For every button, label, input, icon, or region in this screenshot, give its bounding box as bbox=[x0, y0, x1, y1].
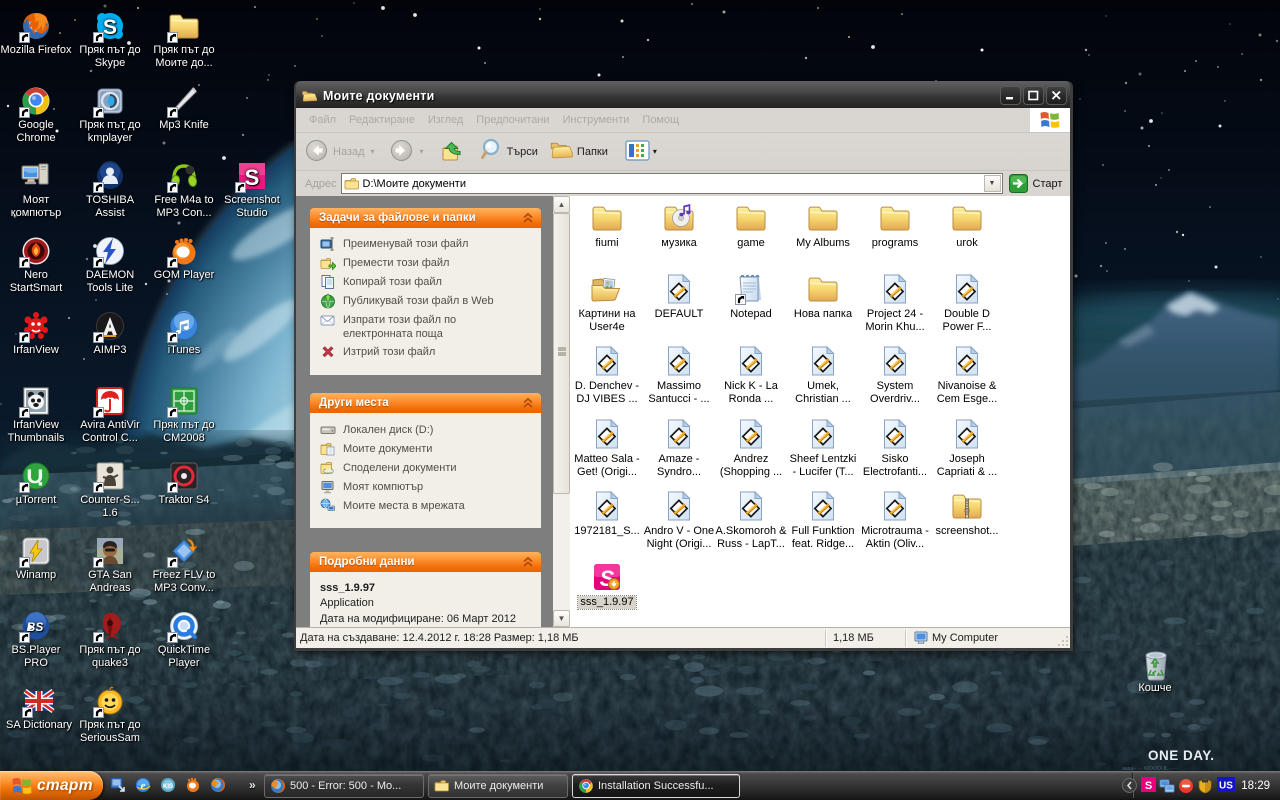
svg-text:S: S bbox=[103, 16, 117, 39]
svg-text:e: e bbox=[141, 780, 146, 792]
svg-text:S: S bbox=[1145, 780, 1152, 792]
svg-text:ONE DAY.: ONE DAY. bbox=[1148, 748, 1215, 763]
svg-text:S: S bbox=[245, 165, 260, 190]
svg-text:KIS: KIS bbox=[163, 784, 173, 790]
svg-text:US: US bbox=[1219, 780, 1233, 791]
